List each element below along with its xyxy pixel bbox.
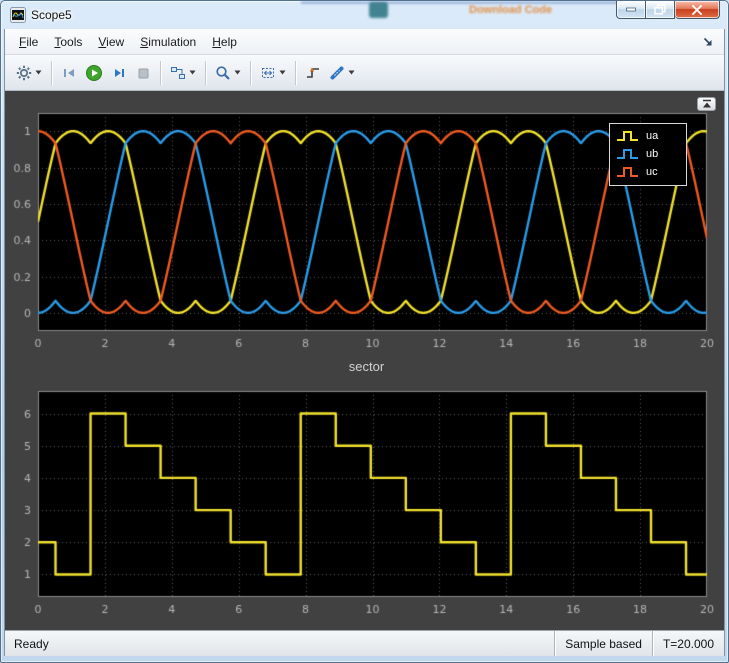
legend-line-icon: [617, 149, 638, 159]
titlebar[interactable]: Download Code Scope5: [1, 1, 728, 29]
menu-help-label: Help: [212, 34, 237, 49]
menubar: File Tools View Simulation Help: [5, 29, 724, 55]
gear-icon: [16, 65, 32, 80]
glass-reflection: [301, 1, 631, 4]
minimize-icon: [626, 7, 636, 12]
toolbar-separator: [160, 60, 161, 85]
dropdown-caret-icon: [189, 70, 196, 75]
scope-app-icon: [10, 7, 26, 23]
run-icon: [86, 64, 102, 81]
toolbar-separator: [250, 60, 251, 85]
measurements-button[interactable]: [325, 59, 359, 86]
menu-simulation[interactable]: Simulation: [132, 31, 204, 53]
step-back-icon: [64, 68, 74, 77]
legend-item: uc: [616, 163, 680, 181]
settings-button[interactable]: [12, 59, 46, 86]
scope-window: Download Code Scope5 File Tools View Sim…: [0, 0, 729, 663]
menu-help[interactable]: Help: [204, 31, 245, 53]
legend-item: ub: [616, 145, 680, 163]
step-back-button[interactable]: [57, 59, 81, 86]
toolbar-separator: [205, 60, 206, 85]
toolbar-separator: [295, 60, 296, 85]
step-forward-icon: [115, 68, 124, 77]
restore-button[interactable]: [646, 1, 675, 19]
minimize-button[interactable]: [616, 1, 646, 19]
sector-chart[interactable]: [5, 385, 724, 625]
close-icon: [692, 4, 702, 15]
span-icon: [262, 67, 274, 78]
scope-display-area: ua ub uc sector: [5, 91, 724, 630]
measurements-icon: [330, 66, 344, 79]
highlight-block-button[interactable]: [166, 59, 200, 86]
menu-tools[interactable]: Tools: [46, 31, 90, 53]
dropdown-caret-icon: [348, 70, 355, 75]
status-sample-mode: Sample based: [554, 631, 652, 656]
menu-file[interactable]: File: [11, 31, 46, 53]
span-button[interactable]: [256, 59, 290, 86]
dropdown-caret-icon: [234, 70, 241, 75]
menu-view-label: View: [98, 34, 125, 49]
magnifier-icon: [216, 65, 230, 80]
window-controls: [616, 1, 720, 19]
statusbar: Ready Sample based T=20.000: [5, 630, 724, 656]
legend-line-icon: [617, 131, 638, 141]
dropdown-caret-icon: [35, 70, 42, 75]
legend-label: uc: [646, 166, 658, 178]
sector-chart-title: sector: [348, 359, 385, 374]
window-bottom-border: [1, 656, 728, 662]
background-bleed-icon: [369, 2, 388, 18]
status-sim-time: T=20.000: [651, 631, 724, 656]
stop-button[interactable]: [131, 59, 155, 86]
menu-simulation-label: Simulation: [140, 34, 197, 49]
status-message: Ready: [14, 636, 49, 651]
zoom-button[interactable]: [211, 59, 245, 86]
highlight-block-icon: [171, 66, 185, 79]
close-button[interactable]: [675, 1, 720, 19]
dock-arrow-icon[interactable]: [702, 36, 714, 48]
legend-line-icon: [617, 167, 638, 177]
background-bleed-text: Download Code: [469, 4, 553, 16]
toolbar: [5, 55, 724, 91]
restore-icon: [654, 4, 666, 15]
window-title: Scope5: [31, 8, 72, 22]
trigger-icon: [307, 67, 319, 78]
legend-label: ua: [646, 130, 659, 142]
menu-view[interactable]: View: [90, 31, 132, 53]
dropdown-caret-icon: [279, 70, 286, 75]
toolbar-separator: [51, 60, 52, 85]
step-forward-button[interactable]: [107, 59, 131, 86]
trigger-button[interactable]: [301, 59, 325, 86]
stop-icon: [138, 68, 149, 78]
legend-item: ua: [616, 127, 680, 145]
menu-file-label: File: [19, 34, 39, 49]
legend[interactable]: ua ub uc: [609, 123, 687, 186]
run-button[interactable]: [81, 59, 107, 86]
legend-label: ub: [646, 148, 659, 160]
menu-tools-label: Tools: [54, 34, 83, 49]
